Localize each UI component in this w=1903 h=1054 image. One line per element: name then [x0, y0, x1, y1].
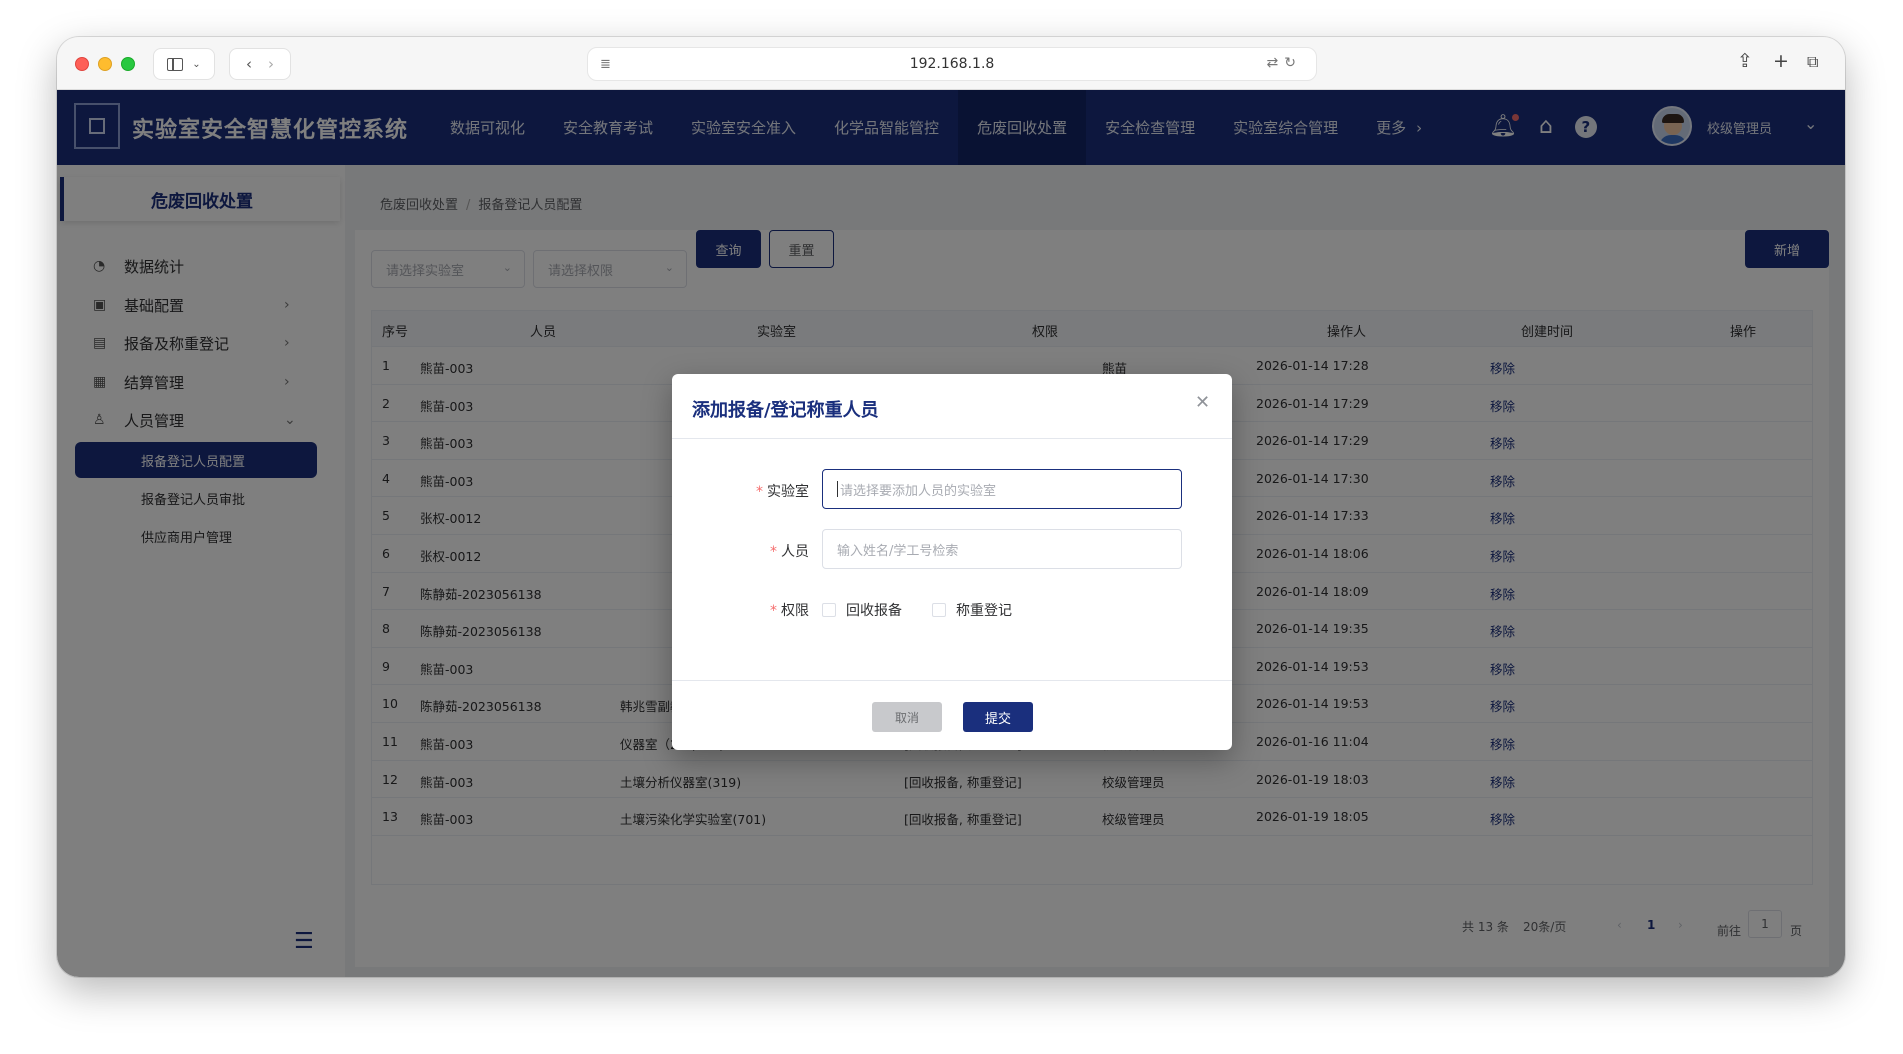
minimize-window-button[interactable] — [98, 57, 112, 71]
lab-field-label: * 实验室 — [756, 484, 809, 500]
address-bar[interactable]: ≣ 192.168.1.8 ⇄↻ — [587, 47, 1317, 81]
close-window-button[interactable] — [75, 57, 89, 71]
lab-select-input[interactable]: 请选择要添加人员的实验室 — [822, 469, 1182, 509]
browser-window: ⌄ ‹ › ≣ 192.168.1.8 ⇄↻ ⇪ + ⧉ 实验室安全智慧化管控系… — [57, 37, 1845, 977]
permission-field-label: * 权限 — [770, 603, 809, 619]
checkbox-box[interactable] — [932, 603, 946, 617]
new-tab-icon[interactable]: + — [1773, 50, 1789, 72]
dialog-header-divider — [672, 438, 1232, 439]
cancel-button[interactable]: 取消 — [872, 702, 942, 732]
person-search-placeholder: 输入姓名/学工号检索 — [837, 543, 959, 559]
share-icon[interactable]: ⇪ — [1737, 50, 1753, 72]
sidebar-toggle-button[interactable]: ⌄ — [153, 48, 215, 80]
back-icon[interactable]: ‹ — [246, 55, 252, 73]
dialog-footer-divider — [672, 680, 1232, 681]
maximize-window-button[interactable] — [121, 57, 135, 71]
browser-toolbar: ⌄ ‹ › ≣ 192.168.1.8 ⇄↻ ⇪ + ⧉ — [57, 37, 1845, 90]
forward-icon[interactable]: › — [268, 55, 274, 73]
lab-select-placeholder: 请选择要添加人员的实验室 — [840, 483, 997, 499]
add-staff-dialog: 添加报备/登记称重人员 ✕ * 实验室 请选择要添加人员的实验室 * 人员 输入姓名… — [672, 374, 1232, 750]
tabs-overview-icon[interactable]: ⧉ — [1807, 52, 1818, 72]
checkbox-recycle-report[interactable]: 回收报备 — [822, 600, 902, 620]
person-field-label: * 人员 — [770, 544, 809, 560]
sidebar-icon — [167, 57, 184, 71]
history-nav: ‹ › — [229, 48, 291, 80]
checkbox-box[interactable] — [822, 603, 836, 617]
dialog-title: 添加报备/登记称重人员 — [692, 400, 879, 421]
checkbox-weighing-register[interactable]: 称重登记 — [932, 600, 1012, 620]
close-icon[interactable]: ✕ — [1195, 392, 1210, 413]
translate-reload-icons[interactable]: ⇄↻ — [1267, 55, 1302, 71]
submit-button[interactable]: 提交 — [963, 702, 1033, 732]
checkbox-label: 回收报备 — [846, 603, 902, 619]
person-search-input[interactable]: 输入姓名/学工号检索 — [822, 529, 1182, 569]
url-text: 192.168.1.8 — [909, 56, 995, 72]
checkbox-label: 称重登记 — [956, 603, 1012, 619]
chevron-down-icon: ⌄ — [192, 58, 201, 70]
